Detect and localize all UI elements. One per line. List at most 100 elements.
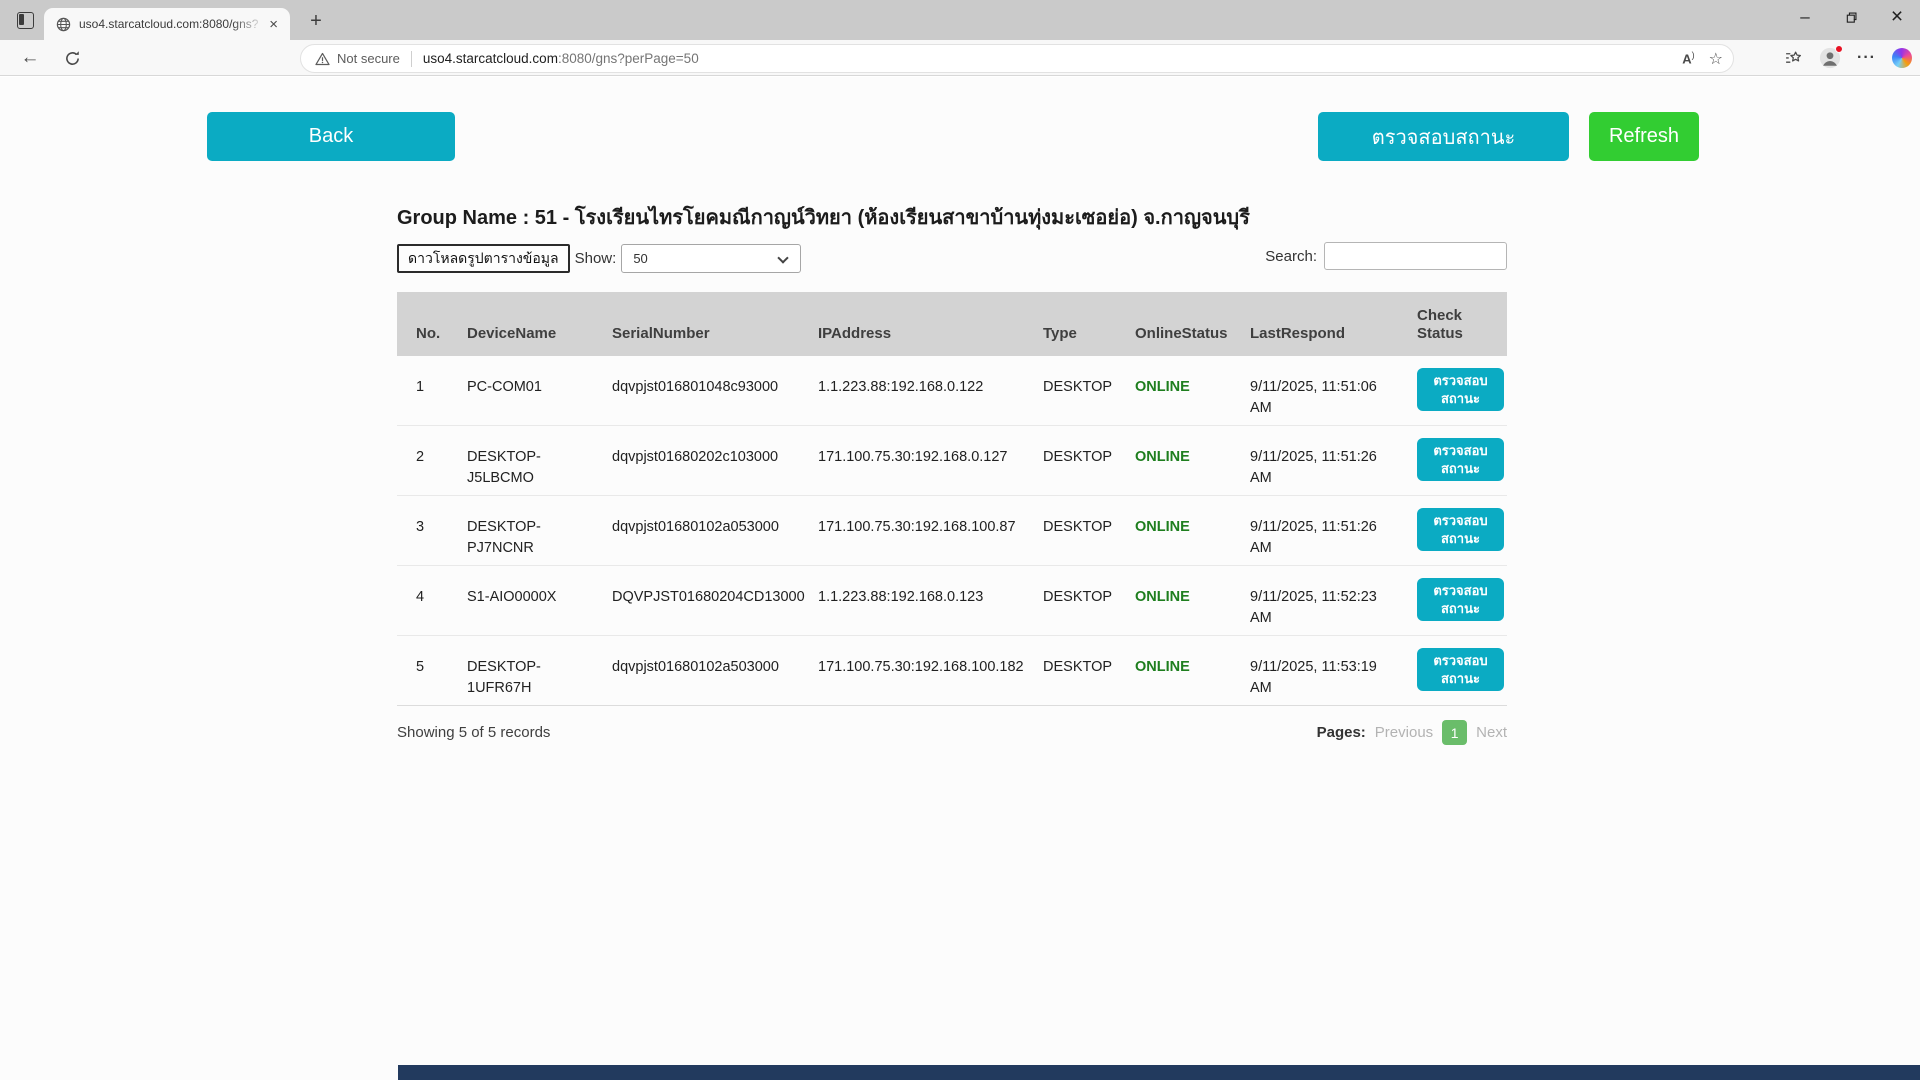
chevron-down-icon: [777, 252, 789, 264]
cell-no: 5: [416, 659, 425, 675]
new-tab-button[interactable]: +: [302, 8, 330, 36]
row-check-status-button[interactable]: ตรวจสอบสถานะ: [1417, 578, 1504, 622]
cell-last-respond: 9/11/2025, 11:53:19 AM: [1250, 659, 1377, 697]
back-nav-icon[interactable]: ←: [16, 44, 44, 72]
window-controls: – ×: [1782, 0, 1920, 40]
row-check-status-button[interactable]: ตรวจสอบสถานะ: [1417, 648, 1504, 692]
row-check-status-button[interactable]: ตรวจสอบสถานะ: [1417, 508, 1504, 552]
browser-tab[interactable]: uso4.starcatcloud.com:8080/gns? ×: [44, 8, 290, 40]
cell-serial-number: DQVPJST01680204CD13000: [612, 589, 805, 605]
show-label: Show:: [574, 250, 617, 267]
refresh-button[interactable]: Refresh: [1589, 112, 1699, 161]
refresh-nav-icon[interactable]: [58, 44, 86, 72]
cell-serial-number: dqvpjst01680102a503000: [612, 659, 779, 675]
cell-device-name: PC-COM01: [467, 379, 542, 395]
previous-page-link[interactable]: Previous: [1375, 724, 1433, 741]
cell-online-status: ONLINE: [1135, 449, 1190, 465]
col-header-no: No.: [416, 325, 441, 342]
bottom-bar: [398, 1065, 1920, 1080]
restore-button[interactable]: [1828, 0, 1874, 34]
toolbar-right-icons: ···: [1784, 44, 1912, 72]
page-title: Group Name : 51 - โรงเรียนไทรโยคมณีกาญน์…: [397, 207, 1250, 229]
table-controls-left: ดาวโหลดรูปตารางข้อมูล Show: 50: [397, 244, 802, 273]
notification-dot: [1835, 45, 1844, 53]
cell-no: 4: [416, 589, 425, 605]
cell-check-status: ตรวจสอบสถานะ: [1417, 566, 1507, 635]
url-text: uso4.starcatcloud.com:8080/gns?perPage=5…: [423, 51, 699, 66]
globe-icon: [56, 17, 71, 31]
close-window-button[interactable]: ×: [1874, 0, 1920, 34]
download-table-image-button[interactable]: ดาวโหลดรูปตารางข้อมูล: [397, 244, 570, 273]
device-table: No. DeviceName SerialNumber IPAddress Ty…: [397, 292, 1507, 706]
security-chip[interactable]: Not secure: [315, 51, 400, 66]
next-page-link[interactable]: Next: [1476, 724, 1507, 741]
cell-no: 3: [416, 519, 425, 535]
search-label: Search:: [1265, 247, 1317, 265]
table-row: 3 DESKTOP-PJ7NCNR dqvpjst01680102a053000…: [397, 496, 1507, 566]
cell-type: DESKTOP: [1043, 379, 1113, 395]
cell-online-status: ONLINE: [1135, 659, 1190, 675]
cell-last-respond: 9/11/2025, 11:51:26 AM: [1250, 519, 1377, 557]
pages-label: Pages:: [1316, 724, 1366, 741]
cell-online-status: ONLINE: [1135, 519, 1190, 535]
back-button[interactable]: Back: [207, 112, 455, 161]
browser-toolbar: ← Not secure uso4.starcatcloud.com:8080/…: [0, 40, 1920, 76]
col-header-online-status: OnlineStatus: [1135, 325, 1228, 342]
cell-check-status: ตรวจสอบสถานะ: [1417, 496, 1507, 565]
address-bar[interactable]: Not secure uso4.starcatcloud.com:8080/gn…: [300, 44, 1734, 73]
favorite-star-icon[interactable]: ☆: [1709, 49, 1723, 69]
row-check-status-button[interactable]: ตรวจสอบสถานะ: [1417, 368, 1504, 412]
restore-icon: [1846, 11, 1857, 23]
row-check-status-button[interactable]: ตรวจสอบสถานะ: [1417, 438, 1504, 482]
cell-last-respond: 9/11/2025, 11:52:23 AM: [1250, 589, 1377, 627]
security-label: Not secure: [337, 51, 400, 66]
cell-type: DESKTOP: [1043, 449, 1113, 465]
read-aloud-icon[interactable]: A): [1682, 50, 1694, 66]
current-page-badge[interactable]: 1: [1442, 720, 1468, 745]
col-header-device-name: DeviceName: [467, 325, 557, 342]
cell-type: DESKTOP: [1043, 589, 1113, 605]
cell-check-status: ตรวจสอบสถานะ: [1417, 356, 1507, 425]
check-status-button[interactable]: ตรวจสอบสถานะ: [1318, 112, 1569, 161]
address-bar-icons: A) ☆: [1682, 45, 1723, 72]
cell-no: 2: [416, 449, 425, 465]
cell-device-name: DESKTOP-PJ7NCNR: [467, 519, 541, 557]
url-host: uso4.starcatcloud.com: [422, 51, 558, 66]
profile-avatar[interactable]: [1819, 45, 1844, 69]
table-row: 5 DESKTOP-1UFR67H dqvpjst01680102a503000…: [397, 636, 1507, 706]
table-body: 1 PC-COM01 dqvpjst016801048c93000 1.1.22…: [397, 356, 1507, 706]
col-header-serial-number: SerialNumber: [612, 325, 710, 342]
tab-title: uso4.starcatcloud.com:8080/gns?: [79, 17, 259, 31]
tab-close-icon[interactable]: ×: [265, 16, 282, 33]
cell-online-status: ONLINE: [1135, 379, 1190, 395]
cell-serial-number: dqvpjst016801048c93000: [612, 379, 779, 395]
tab-actions-icon[interactable]: [17, 12, 34, 29]
table-header-row: No. DeviceName SerialNumber IPAddress Ty…: [397, 292, 1507, 356]
cell-type: DESKTOP: [1043, 659, 1113, 675]
cell-ip-address: 171.100.75.30:192.168.100.182: [818, 659, 1024, 675]
cell-device-name: DESKTOP-1UFR67H: [467, 659, 541, 697]
cell-type: DESKTOP: [1043, 519, 1113, 535]
minimize-button[interactable]: –: [1782, 0, 1828, 34]
cell-no: 1: [416, 379, 425, 395]
copilot-icon[interactable]: [1892, 48, 1912, 68]
cell-ip-address: 1.1.223.88:192.168.0.122: [818, 379, 984, 395]
address-divider: [410, 50, 412, 67]
settings-menu-icon[interactable]: ···: [1857, 49, 1876, 67]
cell-last-respond: 9/11/2025, 11:51:26 AM: [1250, 449, 1377, 487]
cell-ip-address: 171.100.75.30:192.168.100.87: [818, 519, 1016, 535]
search-input[interactable]: [1324, 242, 1507, 270]
cell-last-respond: 9/11/2025, 11:51:06 AM: [1250, 379, 1377, 417]
col-header-check-status: Check Status: [1417, 307, 1463, 342]
show-select[interactable]: 50: [621, 244, 802, 273]
col-header-last-respond: LastRespond: [1250, 325, 1346, 342]
pagination: Pages: Previous 1 Next: [1317, 720, 1507, 745]
warning-icon: [315, 52, 330, 65]
table-footer: Showing 5 of 5 records Pages: Previous 1…: [397, 720, 1507, 745]
cell-check-status: ตรวจสอบสถานะ: [1417, 426, 1507, 495]
cell-online-status: ONLINE: [1135, 589, 1190, 605]
cell-serial-number: dqvpjst01680202c103000: [612, 449, 779, 465]
collections-icon[interactable]: [1784, 49, 1803, 68]
cell-ip-address: 171.100.75.30:192.168.0.127: [818, 449, 1008, 465]
cell-device-name: S1-AIO0000X: [467, 589, 557, 605]
